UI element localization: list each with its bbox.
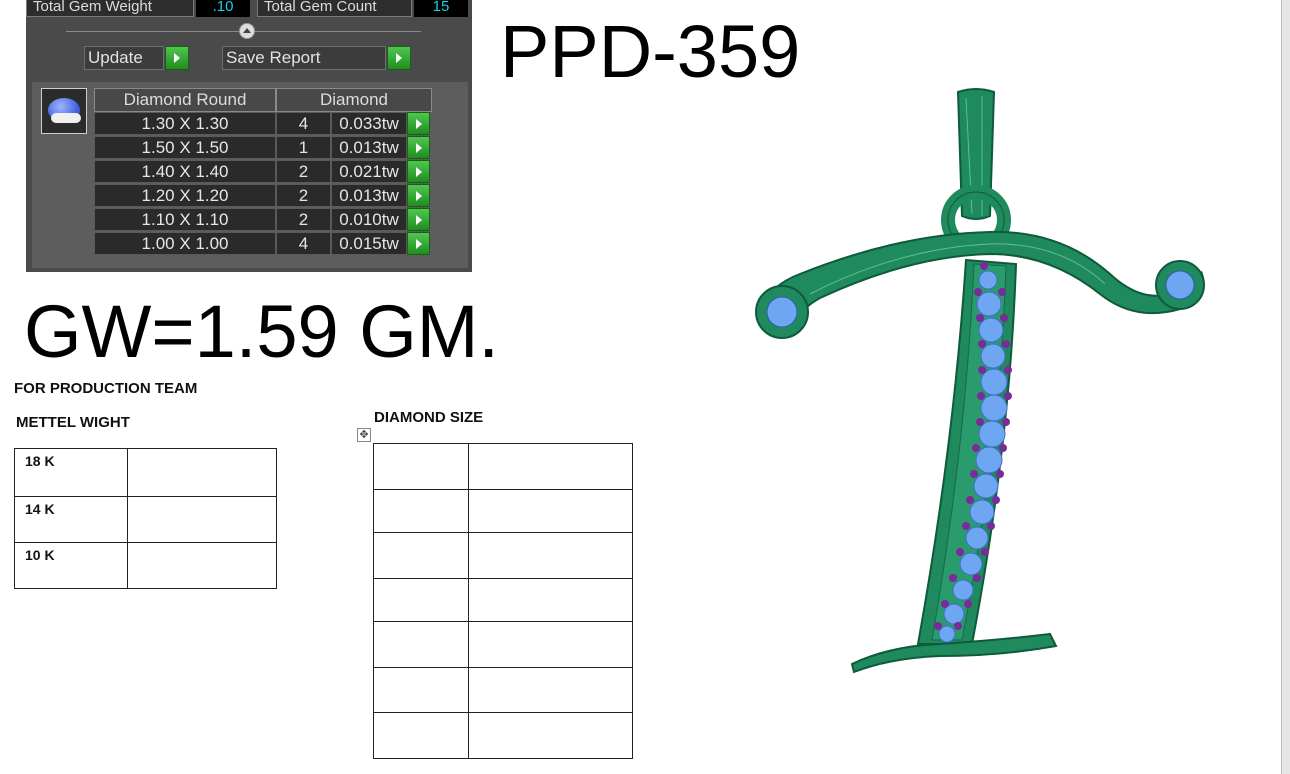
gem-weight: 0.021tw xyxy=(331,160,407,183)
diamond-value-cell[interactable] xyxy=(468,443,633,490)
production-heading: FOR PRODUCTION TEAM xyxy=(14,380,198,397)
diamond-value-cell[interactable] xyxy=(468,489,633,533)
diamond-value-cell[interactable] xyxy=(468,712,633,759)
chevron-up-icon[interactable] xyxy=(239,23,255,39)
design-code: PPD-359 xyxy=(500,10,801,93)
gem-qty: 4 xyxy=(276,232,331,255)
gem-weight: 0.013tw xyxy=(331,136,407,159)
metal-weight-heading: METTEL WIGHT xyxy=(16,414,130,431)
gem-qty: 1 xyxy=(276,136,331,159)
green-arrow-icon[interactable] xyxy=(407,160,430,183)
diamond-value-cell[interactable] xyxy=(468,578,633,622)
gem-size: 1.50 X 1.50 xyxy=(94,136,276,159)
green-arrow-icon[interactable] xyxy=(407,232,430,255)
gem-size: 1.00 X 1.00 xyxy=(94,232,276,255)
gem-size: 1.30 X 1.30 xyxy=(94,112,276,135)
move-icon[interactable]: ✥ xyxy=(357,428,371,442)
gem-qty: 2 xyxy=(276,208,331,231)
diamond-value-cell[interactable] xyxy=(468,532,633,579)
scrollbar[interactable] xyxy=(1281,0,1290,774)
gem-weight: 0.010tw xyxy=(331,208,407,231)
save-report-go-icon[interactable] xyxy=(387,46,411,70)
gross-weight: GW=1.59 GM. xyxy=(24,290,499,373)
gem-size: 1.20 X 1.20 xyxy=(94,184,276,207)
diamond-size-heading: DIAMOND SIZE xyxy=(374,409,484,426)
update-button[interactable]: Update xyxy=(84,46,164,70)
total-gem-count-value: 15 xyxy=(414,0,468,17)
gem-list: Diamond Round Diamond 1.30 X 1.30 4 0.03… xyxy=(32,82,468,268)
metal-karat-cell: 10 K xyxy=(14,542,128,589)
gem-qty: 2 xyxy=(276,184,331,207)
column-header-diamond-round: Diamond Round xyxy=(94,88,276,112)
diamond-size-cell[interactable] xyxy=(373,443,469,490)
gem-weight: 0.033tw xyxy=(331,112,407,135)
metal-weight-cell[interactable] xyxy=(127,496,277,543)
total-gem-weight-value: .10 xyxy=(196,0,250,17)
save-report-button[interactable]: Save Report xyxy=(222,46,386,70)
diamond-size-table xyxy=(373,443,633,759)
blue-gem-icon[interactable] xyxy=(41,88,87,134)
metal-weight-table: 18 K 14 K 10 K xyxy=(14,448,277,589)
gem-report-panel: Total Gem Weight .10 Total Gem Count 15 … xyxy=(26,0,472,272)
gem-row[interactable]: 1.00 X 1.00 4 0.015tw xyxy=(94,232,430,256)
pendant-bail xyxy=(941,88,1011,255)
total-gem-weight-label: Total Gem Weight xyxy=(26,0,194,17)
diamond-size-cell[interactable] xyxy=(373,667,469,713)
gem-row[interactable]: 1.30 X 1.30 4 0.033tw xyxy=(94,112,430,136)
green-arrow-icon[interactable] xyxy=(407,208,430,231)
green-arrow-icon[interactable] xyxy=(407,112,430,135)
green-arrow-icon[interactable] xyxy=(407,136,430,159)
diamond-size-cell[interactable] xyxy=(373,489,469,533)
diamond-size-cell[interactable] xyxy=(373,578,469,622)
diamond-size-cell[interactable] xyxy=(373,532,469,579)
diamond-size-cell[interactable] xyxy=(373,621,469,668)
metal-karat-cell: 14 K xyxy=(14,496,128,543)
gem-row[interactable]: 1.40 X 1.40 2 0.021tw xyxy=(94,160,430,184)
gem-weight: 0.013tw xyxy=(331,184,407,207)
green-arrow-icon[interactable] xyxy=(407,184,430,207)
total-gem-count-label: Total Gem Count xyxy=(257,0,412,17)
gem-row[interactable]: 1.10 X 1.10 2 0.010tw xyxy=(94,208,430,232)
metal-weight-cell[interactable] xyxy=(127,448,277,497)
update-go-icon[interactable] xyxy=(165,46,189,70)
gem-row[interactable]: 1.20 X 1.20 2 0.013tw xyxy=(94,184,430,208)
metal-karat-cell: 18 K xyxy=(14,448,128,497)
diamond-size-cell[interactable] xyxy=(373,712,469,759)
gem-row[interactable]: 1.50 X 1.50 1 0.013tw xyxy=(94,136,430,160)
letter-t-pendant-render xyxy=(755,88,1205,674)
gem-size: 1.40 X 1.40 xyxy=(94,160,276,183)
gem-size: 1.10 X 1.10 xyxy=(94,208,276,231)
metal-weight-cell[interactable] xyxy=(127,542,277,589)
gem-qty: 4 xyxy=(276,112,331,135)
gem-weight: 0.015tw xyxy=(331,232,407,255)
diamond-value-cell[interactable] xyxy=(468,667,633,713)
diamond-value-cell[interactable] xyxy=(468,621,633,668)
column-header-diamond: Diamond xyxy=(276,88,432,112)
gem-qty: 2 xyxy=(276,160,331,183)
